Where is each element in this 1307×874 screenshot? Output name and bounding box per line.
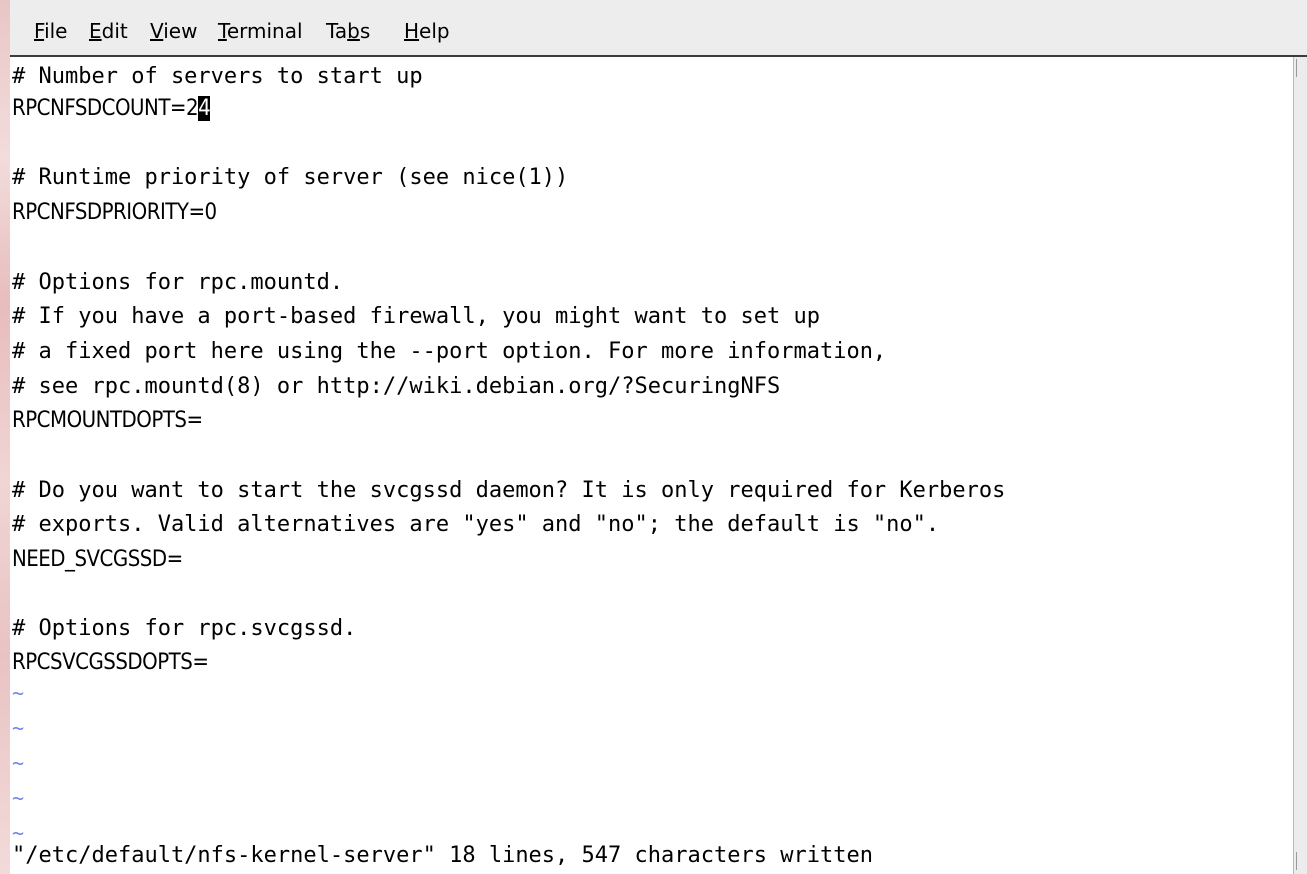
menu-help[interactable]: Help [404,18,450,44]
editor-line-10: # see rpc.mountd(8) or http://wiki.debia… [12,374,781,399]
editor-line-5: RPCNFSDPRIORITY=0 [12,200,217,225]
menubar: File Edit View Terminal Tabs Help [10,0,1307,57]
editor-line-4: # Runtime priority of server (see nice(1… [12,165,569,190]
menu-file-mnemonic: F [34,19,45,43]
editor-line-15: NEED_SVCGSSD= [12,547,183,572]
editor-line-14: # exports. Valid alternatives are "yes" … [12,512,940,537]
scroll-down-arrow-icon[interactable] [1296,852,1305,870]
editor-line-7: # Options for rpc.mountd. [12,270,344,295]
vertical-scrollbar[interactable] [1293,57,1307,874]
menu-view-label-rest: iew [163,19,198,43]
editor-line-9: # a fixed port here using the --port opt… [12,339,887,364]
scroll-up-arrow-icon[interactable] [1296,59,1305,77]
menu-edit-label-rest: dit [101,19,128,43]
menu-terminal-label-rest: erminal [226,19,303,43]
menu-tabs-mnemonic: b [347,19,360,43]
menu-help-label-rest: elp [419,19,450,43]
menu-tabs-label-start: Ta [326,19,348,43]
terminal-text-area[interactable]: # Number of servers to start up RPCNFSDC… [10,57,1293,874]
menu-terminal-mnemonic: T [218,19,227,43]
vim-status-line: "/etc/default/nfs-kernel-server" 18 line… [12,843,873,868]
menu-edit[interactable]: Edit [89,18,128,44]
menu-terminal[interactable]: Terminal [218,18,303,44]
menu-edit-mnemonic: E [89,19,102,43]
editor-line-8: # If you have a port-based firewall, you… [12,304,820,329]
menu-file-label-rest: ile [44,19,68,43]
editor-line-1: # Number of servers to start up [12,64,423,89]
empty-line-marker-1: ~ [12,681,25,705]
desktop-background-strip [0,0,10,874]
editor-line-13: # Do you want to start the svcgssd daemo… [12,478,1006,503]
editor-line-17: # Options for rpc.svcgssd. [12,616,357,641]
menu-help-mnemonic: H [404,19,420,43]
menu-file[interactable]: File [34,18,67,44]
menu-view[interactable]: View [150,18,197,44]
editor-line-18: RPCSVCGSSDOPTS= [12,650,209,675]
text-cursor: 4 [198,96,211,121]
menu-tabs[interactable]: Tabs [326,18,370,44]
empty-line-marker-4: ~ [12,786,25,810]
menu-view-mnemonic: V [150,19,164,43]
terminal-window: File Edit View Terminal Tabs Help # Numb… [0,0,1307,874]
editor-line-2: RPCNFSDCOUNT=24 [12,93,211,125]
editor-line-11: RPCMOUNTDOPTS= [12,408,203,433]
menu-tabs-label-rest: s [359,19,371,43]
editor-line-2-text: RPCNFSDCOUNT=2 [12,96,199,121]
empty-line-marker-2: ~ [12,716,25,740]
empty-line-marker-3: ~ [12,751,25,775]
